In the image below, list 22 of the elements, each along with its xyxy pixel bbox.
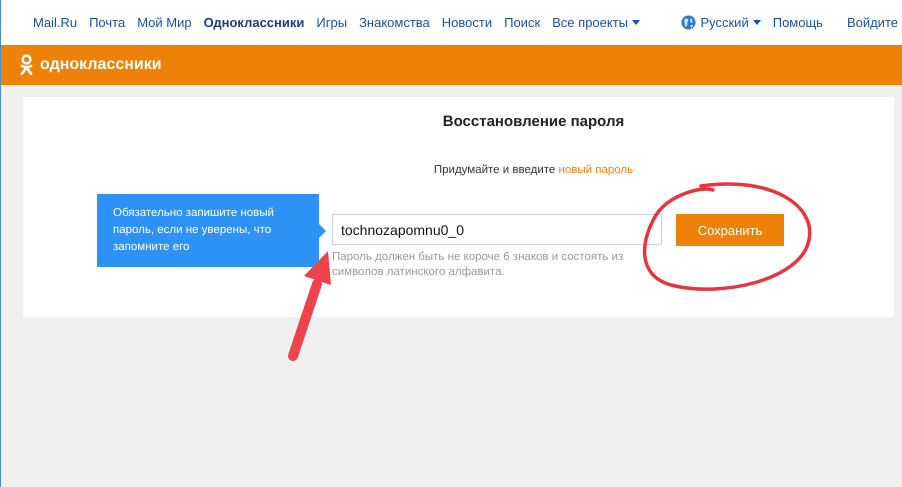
form-subtitle: Придумайте и введите новый пароль bbox=[432, 164, 634, 176]
language-selector[interactable]: Русский bbox=[675, 15, 767, 30]
help-link[interactable]: Помощь bbox=[766, 15, 829, 30]
nav-link[interactable]: Mail.Ru bbox=[27, 15, 84, 30]
ok-logo-icon bbox=[19, 54, 34, 76]
nav-link[interactable]: Почта bbox=[83, 15, 132, 30]
logo-text: одноклассники bbox=[40, 56, 162, 74]
nav-link[interactable]: Все проекты bbox=[546, 15, 646, 30]
tooltip: Обязательно запишите новый пароль, если не уверены, что запомните его bbox=[97, 194, 326, 267]
form-title: Восстановление пароля bbox=[442, 113, 626, 130]
password-field[interactable]: tochnozapomnu0_0 bbox=[332, 214, 662, 245]
caret-icon bbox=[632, 20, 640, 25]
caret-icon bbox=[752, 20, 761, 25]
nav-link[interactable]: Новости bbox=[436, 15, 498, 30]
nav-link[interactable]: Знакомства bbox=[353, 15, 436, 30]
nav-link[interactable]: Игры bbox=[310, 15, 354, 30]
login-link[interactable]: Войдите bbox=[840, 15, 902, 30]
nav-link[interactable]: Одноклассники bbox=[198, 15, 310, 30]
nav-link[interactable]: Мой Мир bbox=[131, 15, 198, 30]
nav-link[interactable]: Поиск bbox=[498, 15, 546, 30]
password-hint: Пароль должен быть не короче 6 знаков и состоять из символов латинского алфавита. bbox=[332, 250, 624, 280]
globe-icon bbox=[681, 15, 696, 30]
